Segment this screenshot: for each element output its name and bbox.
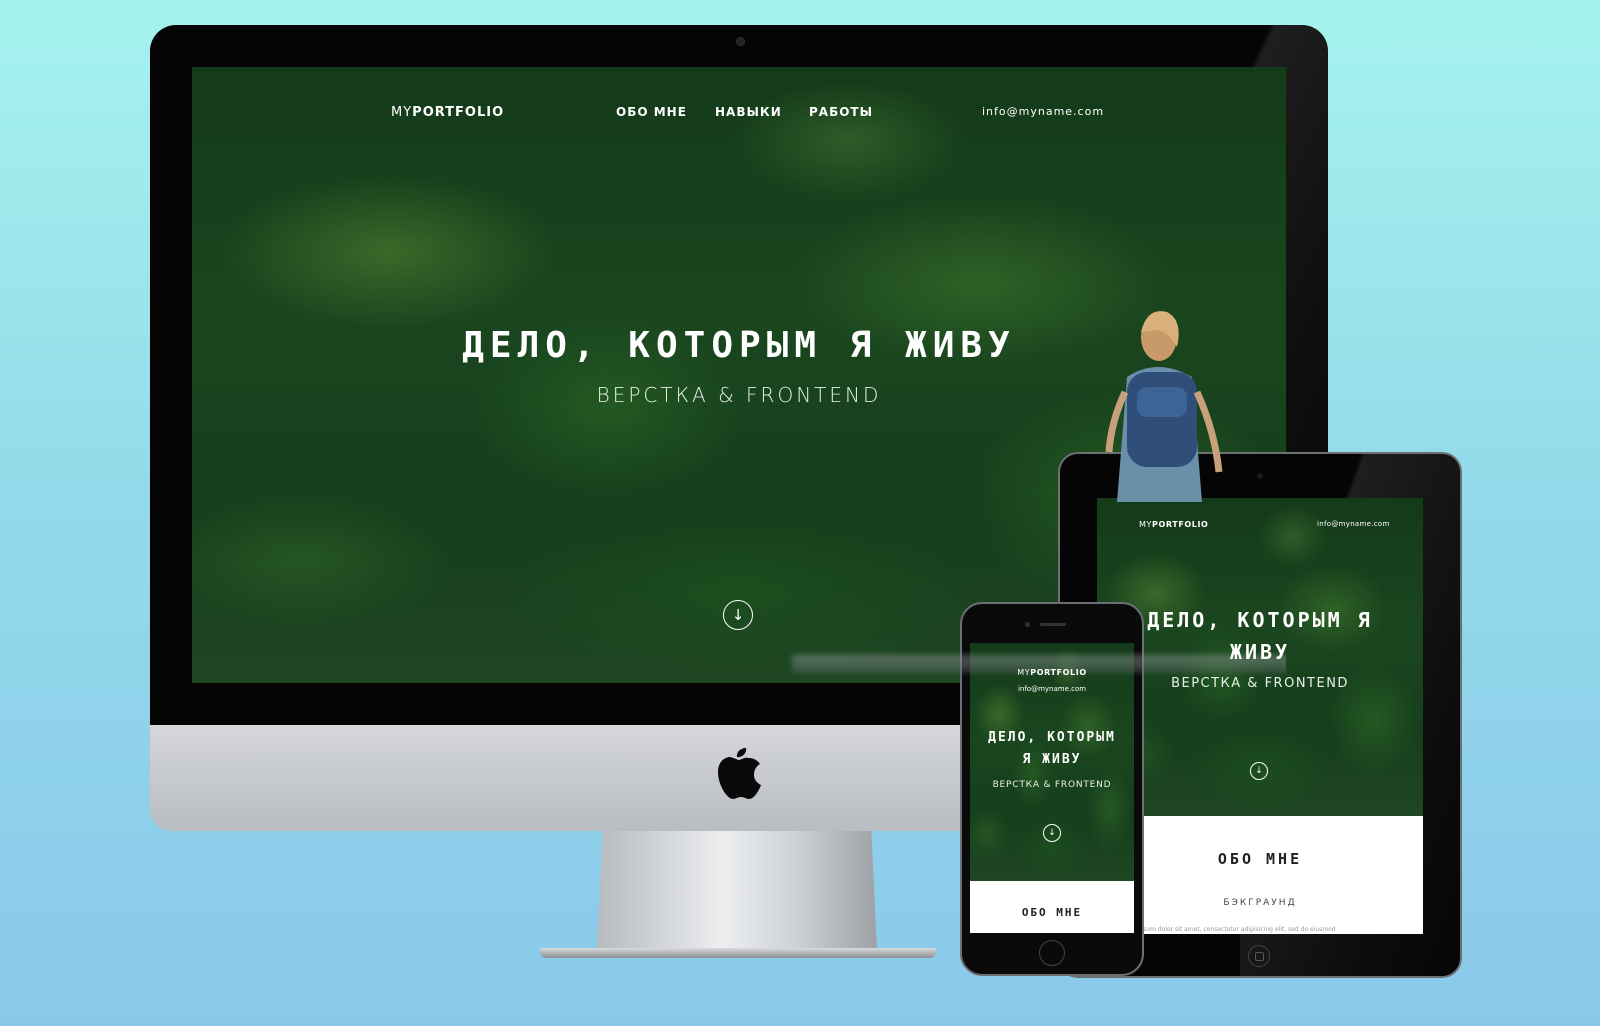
imac-base [540, 948, 936, 958]
hero-subtitle: ВЕРСТКА & FRONTEND [596, 383, 882, 407]
ipad-email-link[interactable]: info@myname.com [1317, 520, 1390, 528]
hero-title-line: Я ЖИВУ [1022, 752, 1082, 767]
hero-title-line: ДЕЛО, КОТОРЫМ Я [1147, 608, 1373, 632]
scroll-down-icon[interactable]: ↓ [1250, 762, 1268, 780]
iphone-camera [1025, 622, 1030, 627]
iphone-site-logo[interactable]: MYPORTFOLIO [970, 668, 1134, 677]
ipad-lorem-text: Lorem ipsum dolor sit amet, consectetur … [1117, 926, 1336, 933]
ipad-hero: MYPORTFOLIO info@myname.com ДЕЛО, КОТОРЫ… [1097, 498, 1423, 816]
iphone-home-button [1039, 940, 1065, 966]
nav-works[interactable]: РАБОТЫ [809, 105, 873, 119]
ipad-camera [1257, 473, 1263, 479]
ipad-hero-subtitle: ВЕРСТКА & FRONTEND [1171, 676, 1349, 691]
hero-title: ДЕЛО, КОТОРЫМ Я ЖИВУ [462, 325, 1016, 366]
logo-main: PORTFOLIO [1030, 668, 1087, 677]
imac-stand [597, 831, 877, 951]
site-logo[interactable]: MYPORTFOLIO [391, 105, 504, 120]
hero-title-line: ДЕЛО, КОТОРЫМ [988, 730, 1116, 745]
iphone-email-link[interactable]: info@myname.com [970, 685, 1134, 693]
logo-prefix: MY [1139, 520, 1152, 529]
ipad-site-logo[interactable]: MYPORTFOLIO [1139, 520, 1208, 529]
iphone-screen: MYPORTFOLIO info@myname.com ДЕЛО, КОТОРЫ… [970, 643, 1134, 933]
iphone-hero-subtitle: ВЕРСТКА & FRONTEND [992, 780, 1112, 790]
ipad-home-button [1248, 945, 1270, 967]
logo-prefix: MY [1017, 668, 1031, 677]
iphone-speaker [1040, 623, 1066, 626]
logo-main: PORTFOLIO [1152, 520, 1209, 529]
nav-skills[interactable]: НАВЫКИ [715, 105, 782, 119]
ipad-background-heading: БЭКГРАУНД [1223, 898, 1297, 908]
nav-about[interactable]: ОБО МНЕ [616, 105, 687, 119]
scroll-down-icon[interactable]: ↓ [1043, 824, 1061, 842]
email-link[interactable]: info@myname.com [982, 105, 1104, 118]
apple-logo-icon [718, 748, 761, 799]
iphone-about-heading: ОБО МНЕ [1021, 906, 1083, 919]
logo-prefix: MY [391, 105, 413, 120]
iphone-hero-title: ДЕЛО, КОТОРЫМ Я ЖИВУ [970, 727, 1134, 771]
imac-camera [736, 37, 745, 46]
ipad-hero-title: ДЕЛО, КОТОРЫМ Я ЖИВУ [1097, 604, 1423, 668]
logo-main: PORTFOLIO [412, 105, 505, 120]
scroll-down-icon[interactable]: ↓ [723, 600, 753, 630]
ipad-screen: MYPORTFOLIO info@myname.com ДЕЛО, КОТОРЫ… [1097, 498, 1423, 934]
hero-title-line: ЖИВУ [1229, 640, 1291, 664]
ipad-about-heading: ОБО МНЕ [1217, 850, 1303, 868]
